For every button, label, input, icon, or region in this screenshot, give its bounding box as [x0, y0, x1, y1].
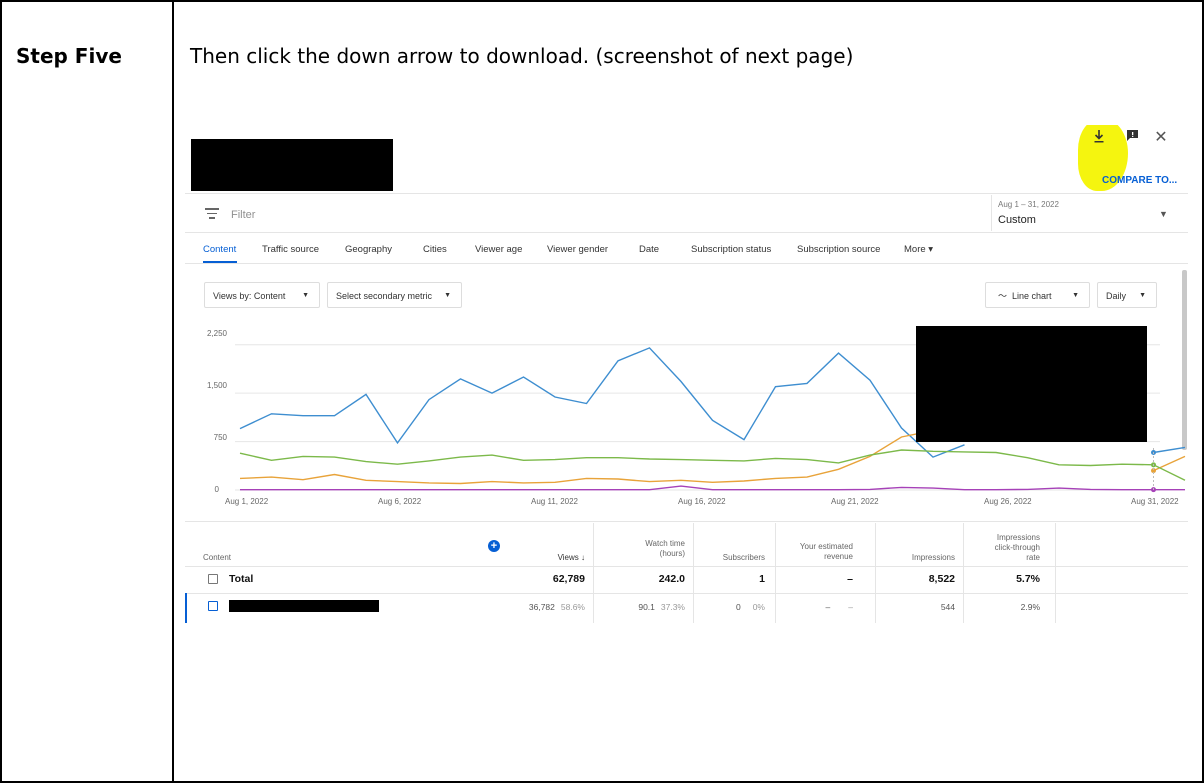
redacted-video-title	[229, 600, 379, 612]
table-border-left	[0, 0, 2, 783]
step-instruction: Then click the down arrow to download. (…	[190, 44, 854, 68]
embedded-screenshot: ✕ COMPARE TO... Filter Aug 1 – 31, 2022 …	[185, 125, 1188, 623]
header-impressions[interactable]: Impressions	[875, 553, 955, 563]
add-column-icon[interactable]: +	[488, 540, 500, 552]
row-revenue: – –	[753, 602, 853, 612]
row-revenue-pct: –	[848, 602, 853, 612]
header-watch-time-unit[interactable]: (hours)	[605, 549, 685, 559]
redacted-legend-box	[916, 326, 1147, 442]
table-column-divider	[172, 0, 174, 783]
views-line-chart	[235, 344, 1186, 493]
total-watch-time: 242.0	[658, 573, 685, 585]
row-views-value: 36,782	[528, 602, 555, 612]
row-subscribers: 0 0%	[665, 602, 765, 612]
selected-row-indicator	[185, 593, 187, 623]
header-revenue[interactable]: Your estimated	[773, 542, 853, 552]
header-row-divider	[185, 566, 1188, 567]
header-content[interactable]: Content	[203, 553, 231, 563]
header-watch-time[interactable]: Watch time	[605, 539, 685, 549]
row-revenue-value: –	[825, 602, 831, 612]
total-revenue: –	[847, 573, 853, 585]
total-label: Total	[229, 573, 254, 585]
chart-divider	[185, 521, 1188, 522]
row-watch-value: 90.1	[638, 602, 655, 612]
header-revenue-2[interactable]: revenue	[773, 552, 853, 562]
header-ctr-3[interactable]: rate	[960, 553, 1040, 563]
row-checkbox[interactable]	[208, 601, 218, 611]
total-row-divider	[185, 593, 1188, 594]
step-label: Step Five	[16, 44, 122, 68]
row-impressions: 544	[940, 602, 955, 612]
total-ctr: 5.7%	[1016, 573, 1040, 585]
total-impressions: 8,522	[928, 573, 955, 585]
series-line-2	[239, 449, 1186, 481]
header-subscribers[interactable]: Subscribers	[685, 553, 765, 563]
total-views: 62,789	[552, 573, 585, 585]
header-ctr-2[interactable]: click-through	[960, 543, 1040, 553]
header-views[interactable]: Views ↓	[515, 553, 585, 563]
table-border-top	[0, 0, 1204, 2]
header-ctr[interactable]: Impressions	[960, 533, 1040, 543]
row-ctr: 2.9%	[1020, 602, 1040, 612]
row-subscribers-value: 0	[735, 602, 741, 612]
total-checkbox[interactable]	[208, 574, 218, 584]
series-line-3	[240, 485, 1185, 491]
row-views-pct: 58.6%	[560, 602, 585, 612]
column-divider	[1055, 523, 1056, 623]
row-views: 36,782 58.6%	[485, 602, 585, 612]
total-subscribers: 1	[759, 573, 765, 585]
